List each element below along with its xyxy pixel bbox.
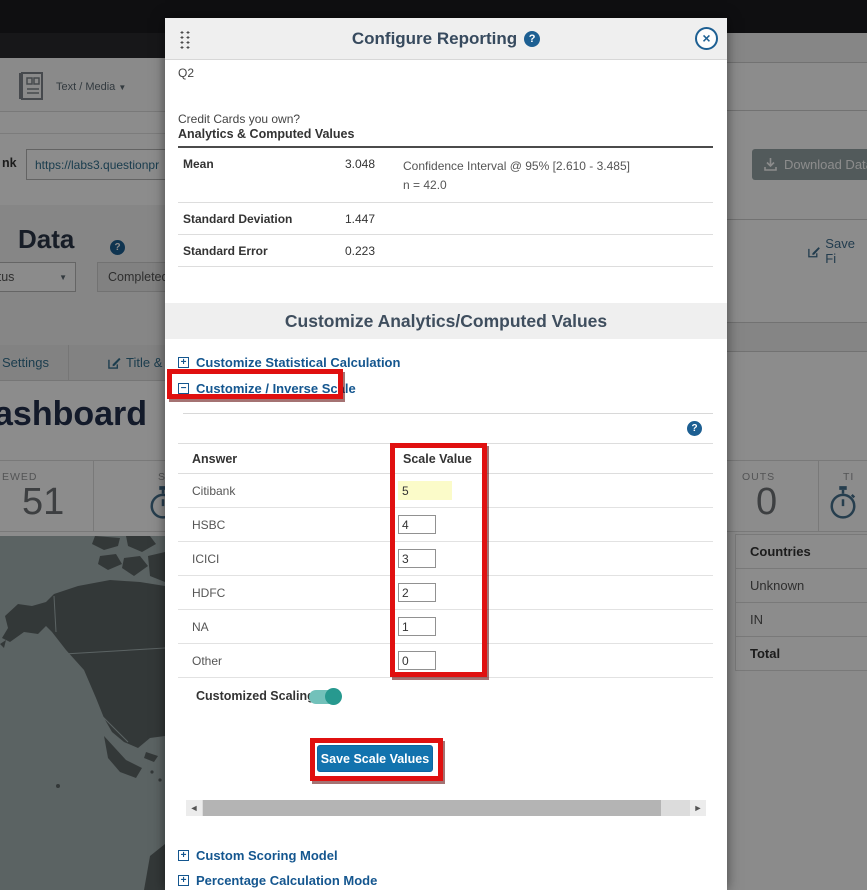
close-icon[interactable]: × [695,27,718,50]
answer-label: HSBC [192,518,225,532]
analytics-heading: Analytics & Computed Values [178,127,354,141]
scale-value-input-na[interactable] [398,617,436,636]
scale-value-input-citibank[interactable] [398,481,452,500]
table-row: Citibank [178,474,713,508]
question-text: Credit Cards you own? [178,112,300,126]
answer-label: Other [192,654,222,668]
stat-value: 0.223 [345,244,403,258]
customize-inverse-scale-link[interactable]: − Customize / Inverse Scale [178,381,356,396]
table-row: Mean 3.048 Confidence Interval @ 95% [2.… [178,148,713,203]
table-row: ICICI [178,542,713,576]
modal-title: Configure Reporting ? [165,18,727,60]
table-row: Standard Error 0.223 [178,235,713,267]
help-icon[interactable]: ? [687,421,702,436]
answer-label: NA [192,620,209,634]
customized-scaling-toggle[interactable] [309,690,339,704]
expand-icon[interactable]: + [178,850,189,861]
page: Text / Media ▼ nk Download Data Save Fi … [0,0,867,890]
horizontal-scrollbar[interactable]: ◄ ► [186,800,706,816]
stat-label: Mean [183,157,345,194]
scale-value-input-icici[interactable] [398,549,436,568]
customized-scaling-label: Customized Scaling [196,689,315,703]
stat-value: 1.447 [345,212,403,226]
scrollbar-thumb[interactable] [203,800,661,816]
scale-value-input-hsbc[interactable] [398,515,436,534]
divider [183,413,713,414]
collapse-icon[interactable]: − [178,383,189,394]
scale-value-table: Answer Scale Value Citibank HSBC ICICI H… [178,443,713,678]
stat-label: Standard Deviation [183,212,345,226]
scroll-right-icon[interactable]: ► [690,800,706,816]
stat-label: Standard Error [183,244,345,258]
expand-icon[interactable]: + [178,875,189,886]
table-row: HDFC [178,576,713,610]
percentage-calculation-mode-link[interactable]: + Percentage Calculation Mode [178,873,377,888]
analytics-table: Mean 3.048 Confidence Interval @ 95% [2.… [178,146,713,267]
table-row: Other [178,644,713,678]
table-header-row: Answer Scale Value [178,444,713,474]
customize-section-heading: Customize Analytics/Computed Values [165,303,727,339]
customize-statistical-link[interactable]: + Customize Statistical Calculation [178,355,400,370]
table-row: Standard Deviation 1.447 [178,203,713,235]
toggle-knob [325,688,342,705]
custom-scoring-model-link[interactable]: + Custom Scoring Model [178,848,338,863]
scale-value-input-other[interactable] [398,651,436,670]
answer-label: HDFC [192,586,225,600]
stat-value: 3.048 [345,157,403,194]
table-row: HSBC [178,508,713,542]
table-row: NA [178,610,713,644]
answer-label: ICICI [192,552,219,566]
answer-column-header: Answer [192,452,237,466]
scrollbar-track[interactable] [202,800,690,816]
answer-label: Citibank [192,484,235,498]
scroll-left-icon[interactable]: ◄ [186,800,202,816]
question-code: Q2 [178,66,194,80]
expand-icon[interactable]: + [178,357,189,368]
configure-reporting-modal: Configure Reporting ? × Q2 Credit Cards … [165,18,727,890]
scale-value-column-header: Scale Value [403,452,472,466]
help-icon[interactable]: ? [524,31,540,47]
scale-value-input-hdfc[interactable] [398,583,436,602]
save-scale-values-button[interactable]: Save Scale Values [317,745,433,772]
stat-detail: Confidence Interval @ 95% [2.610 - 3.485… [403,157,713,194]
